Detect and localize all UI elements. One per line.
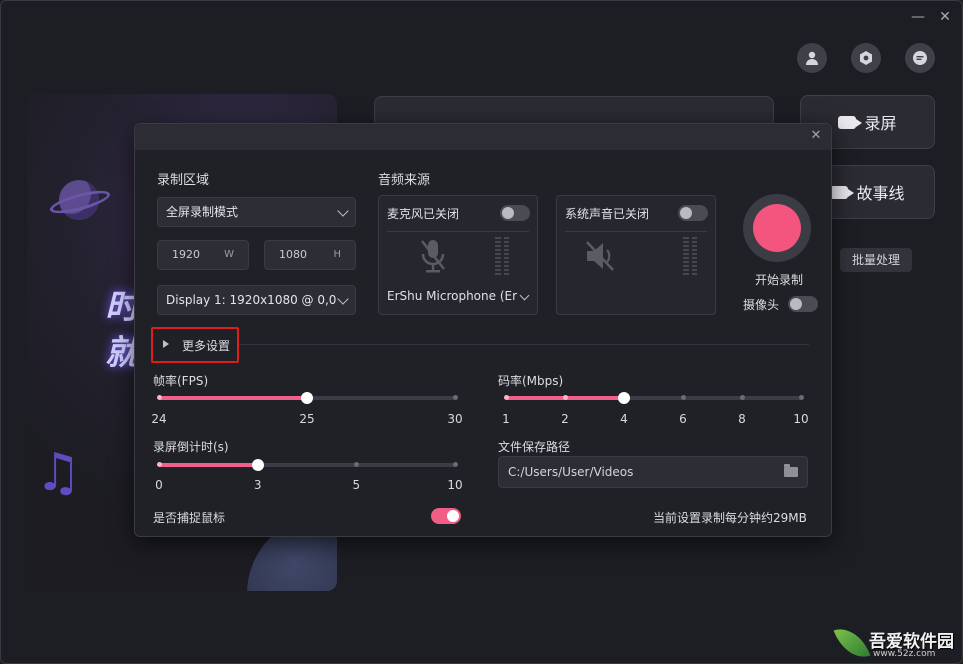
chat-icon[interactable] (905, 43, 935, 73)
mic-level-meter (495, 237, 509, 275)
save-path-value: C:/Users/User/Videos (508, 465, 634, 479)
dialog-close-button[interactable]: ✕ (809, 129, 823, 143)
watermark: 吾爱软件园 www.52z.com (831, 621, 962, 663)
record-screen-label: 录屏 (864, 114, 897, 133)
slider-tick-label: 24 (151, 412, 167, 426)
fps-label: 帧率(FPS) (153, 374, 209, 388)
settings-hex-icon[interactable] (851, 43, 881, 73)
folder-icon[interactable] (784, 464, 798, 477)
slider-knob[interactable] (251, 459, 264, 471)
slider-tick-label: 4 (620, 412, 628, 426)
slider-tick-label: 5 (352, 478, 361, 492)
slider-tick[interactable] (452, 462, 458, 467)
slider-tick-label: 8 (738, 412, 746, 426)
width-input[interactable]: 1920 W (157, 240, 249, 270)
record-mode-value: 全屏录制模式 (166, 205, 239, 219)
chevron-down-icon (337, 205, 349, 217)
user-icon[interactable] (797, 43, 827, 73)
slider-tick-label: 1 (502, 412, 510, 426)
countdown-label: 录屏倒计时(s) (153, 440, 229, 454)
app-window: — ✕ 时 就 ♫ 录屏 故事线 批量处理 ✕ 录制区域 全屏录制模式 1920… (0, 0, 963, 664)
slider-tick[interactable] (798, 395, 804, 400)
slider-tick-label: 6 (679, 412, 687, 426)
height-unit: H (333, 249, 341, 260)
slider-fill (159, 396, 307, 400)
save-path-input[interactable]: C:/Users/User/Videos (498, 456, 808, 488)
display-select[interactable]: Display 1: 1920x1080 @ 0,0 (157, 285, 356, 315)
slider-fill (159, 463, 258, 467)
bitrate-slider[interactable] (503, 391, 804, 405)
slider-tick[interactable] (156, 395, 162, 400)
bitrate-label: 码率(Mbps) (498, 374, 564, 388)
slider-tick-label: 10 (793, 412, 809, 426)
record-dot-icon (753, 204, 801, 252)
fps-slider[interactable] (156, 391, 458, 405)
batch-process-button[interactable]: 批量处理 (840, 248, 912, 272)
start-record-button[interactable] (743, 194, 811, 262)
slider-tick-label: 10 (447, 478, 463, 492)
slider-tick[interactable] (503, 395, 509, 400)
chevron-down-icon (337, 293, 349, 305)
mic-device-select[interactable]: ErShu Microphone (Er (387, 289, 527, 303)
slider-tick[interactable] (739, 395, 745, 400)
card-divider (387, 231, 529, 232)
slider-tick[interactable] (353, 462, 359, 467)
slider-tick-label: 30 (447, 412, 463, 426)
storyline-label: 故事线 (856, 184, 905, 203)
capture-mouse-toggle[interactable] (431, 508, 461, 524)
slider-tick-label: 0 (155, 478, 163, 492)
height-value: 1080 (279, 248, 307, 261)
audio-source-label: 音频来源 (378, 173, 431, 188)
slider-tick[interactable] (452, 395, 458, 400)
system-sound-card: 系统声音已关闭 (556, 195, 716, 315)
mic-status-label: 麦克风已关闭 (387, 207, 460, 221)
record-mode-select[interactable]: 全屏录制模式 (157, 197, 356, 227)
countdown-slider[interactable] (156, 458, 458, 472)
close-window-button[interactable]: ✕ (937, 9, 953, 25)
slider-knob[interactable] (618, 392, 630, 404)
slider-tick[interactable] (562, 395, 568, 400)
camera-toggle[interactable] (788, 296, 818, 312)
camera-icon (838, 115, 863, 129)
mic-toggle[interactable] (500, 205, 530, 221)
capture-mouse-label: 是否捕捉鼠标 (153, 511, 226, 525)
slider-tick-label: 25 (299, 412, 315, 426)
speaker-muted-icon (586, 241, 614, 271)
start-record-label: 开始录制 (755, 273, 804, 287)
expand-triangle-icon[interactable] (163, 340, 169, 348)
width-unit: W (224, 249, 234, 260)
record-settings-dialog: ✕ 录制区域 全屏录制模式 1920 W 1080 H Display 1: 1… (134, 123, 832, 537)
slider-knob[interactable] (301, 392, 313, 404)
mic-device-value: ErShu Microphone (Er (387, 289, 518, 303)
more-settings-toggle[interactable]: 更多设置 (182, 337, 230, 354)
camera-label: 摄像头 (743, 298, 780, 312)
system-sound-toggle[interactable] (678, 205, 708, 221)
display-value: Display 1: 1920x1080 @ 0,0 (166, 293, 337, 307)
record-area-label: 录制区域 (157, 173, 210, 188)
system-sound-status-label: 系统声音已关闭 (565, 207, 650, 221)
camera-icon (830, 185, 855, 199)
card-divider (565, 231, 707, 232)
save-path-label: 文件保存路径 (498, 440, 571, 454)
slider-tick[interactable] (680, 395, 686, 400)
section-divider (239, 344, 809, 345)
slider-tick[interactable] (156, 462, 162, 467)
height-input[interactable]: 1080 H (264, 240, 356, 270)
mic-off-icon (421, 240, 445, 273)
dialog-header (135, 124, 831, 150)
width-value: 1920 (172, 248, 200, 261)
system-level-meter (683, 237, 697, 275)
music-note-icon: ♫ (35, 443, 82, 503)
microphone-card: 麦克风已关闭 ErShu Microphone (Er (378, 195, 538, 315)
leaf-logo-icon (833, 621, 871, 663)
size-estimate-text: 当前设置录制每分钟约29MB (653, 511, 807, 525)
slider-tick-label: 3 (253, 478, 262, 492)
slider-tick-label: 2 (561, 412, 569, 426)
watermark-url: www.52z.com (873, 649, 936, 659)
minimize-button[interactable]: — (910, 9, 926, 25)
